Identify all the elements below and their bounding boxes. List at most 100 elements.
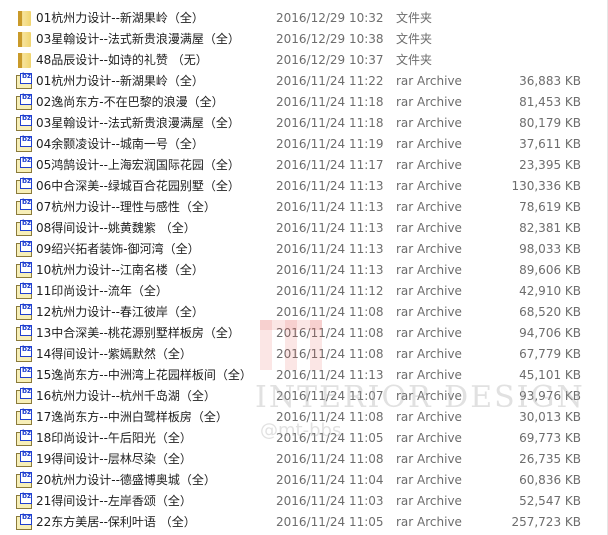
file-row[interactable]: 20杭州力设计--德盛博奥城（全） 2016/11/24 11:04 rar Arc…: [0, 470, 600, 491]
file-date-modified: 2016/11/24 11:13: [276, 242, 384, 256]
file-date-modified: 2016/12/29 10:37: [276, 53, 384, 67]
file-row[interactable]: 22东方美居--保利叶语 （全） 2016/11/24 11:05 rar Arch…: [0, 512, 600, 533]
file-type: rar Archive: [396, 200, 462, 214]
file-size: 80,179 KB: [519, 116, 581, 130]
file-name: 14得间设计--紫嫣默然（全）: [36, 347, 192, 361]
file-row[interactable]: 48品辰设计--如诗的礼赞 （无） 2016/12/29 10:37 文件夹: [0, 50, 600, 71]
file-row[interactable]: 03星翰设计--法式新贵浪漫满屋（全） 2016/11/24 11:18 rar A…: [0, 113, 600, 134]
file-date-modified: 2016/11/24 11:05: [276, 431, 384, 445]
file-row[interactable]: 01杭州力设计--新湖果岭（全） 2016/11/24 11:22 rar Arch…: [0, 71, 600, 92]
file-type: rar Archive: [396, 431, 462, 445]
file-size: 93,976 KB: [519, 389, 581, 403]
file-name: 12杭州力设计--春江彼岸（全）: [36, 305, 204, 319]
rar-archive-icon: [16, 93, 32, 110]
file-row[interactable]: 13中合深美--桃花源别墅样板房（全） 2016/11/24 11:08 rar A…: [0, 323, 600, 344]
file-name: 17逸尚东方--中洲白鹭样板房（全）: [36, 410, 228, 424]
file-size: 68,520 KB: [519, 305, 581, 319]
file-row[interactable]: 02逸尚东方-不在巴黎的浪漫（全） 2016/11/24 11:18 rar Arc…: [0, 92, 600, 113]
file-type: rar Archive: [396, 221, 462, 235]
file-row[interactable]: 19得间设计--层林尽染（全） 2016/11/24 11:08 rar Archi…: [0, 449, 600, 470]
folder-icon: [18, 32, 31, 47]
rar-archive-icon: [16, 303, 32, 320]
file-row[interactable]: 14得间设计--紫嫣默然（全） 2016/11/24 11:08 rar Archi…: [0, 344, 600, 365]
file-date-modified: 2016/11/24 11:13: [276, 179, 384, 193]
file-date-modified: 2016/11/24 11:08: [276, 326, 384, 340]
file-list: 01杭州力设计--新湖果岭（全） 2016/12/29 10:32 文件夹 03星翰设…: [0, 8, 600, 533]
file-name: 01杭州力设计--新湖果岭（全）: [36, 11, 204, 25]
file-row[interactable]: 09绍兴拓者装饰-御河湾（全） 2016/11/24 11:13 rar Archi…: [0, 239, 600, 260]
file-type: rar Archive: [396, 368, 462, 382]
rar-archive-icon: [16, 450, 32, 467]
file-row[interactable]: 12杭州力设计--春江彼岸（全） 2016/11/24 11:08 rar Arch…: [0, 302, 600, 323]
rar-archive-icon: [16, 219, 32, 236]
file-type: rar Archive: [396, 179, 462, 193]
file-size: 26,735 KB: [519, 452, 581, 466]
file-size: 23,395 KB: [519, 158, 581, 172]
rar-archive-icon: [16, 240, 32, 257]
file-date-modified: 2016/11/24 11:18: [276, 116, 384, 130]
rar-archive-icon: [16, 387, 32, 404]
file-size: 89,606 KB: [519, 263, 581, 277]
file-name: 20杭州力设计--德盛博奥城（全）: [36, 473, 216, 487]
folder-icon: [18, 11, 31, 26]
file-row[interactable]: 08得间设计--姚黄魏紫 （全） 2016/11/24 11:13 rar Arch…: [0, 218, 600, 239]
file-date-modified: 2016/11/24 11:13: [276, 200, 384, 214]
file-type: rar Archive: [396, 158, 462, 172]
file-type: 文件夹: [396, 32, 433, 46]
file-row[interactable]: 15逸尚东方--中洲湾上花园样板间（全） 2016/11/24 11:13 rar …: [0, 365, 600, 386]
file-name: 19得间设计--层林尽染（全）: [36, 452, 192, 466]
file-size: 36,883 KB: [519, 74, 581, 88]
file-type: rar Archive: [396, 410, 462, 424]
file-size: 98,033 KB: [519, 242, 581, 256]
file-size: 60,836 KB: [519, 473, 581, 487]
file-row[interactable]: 01杭州力设计--新湖果岭（全） 2016/12/29 10:32 文件夹: [0, 8, 600, 29]
file-name: 16杭州力设计--杭州千岛湖（全）: [36, 389, 216, 403]
rar-archive-icon: [16, 429, 32, 446]
file-row[interactable]: 03星翰设计--法式新贵浪漫满屋（全） 2016/12/29 10:38 文件夹: [0, 29, 600, 50]
rar-archive-icon: [16, 471, 32, 488]
rar-archive-icon: [16, 366, 32, 383]
rar-archive-icon: [16, 135, 32, 152]
file-name: 09绍兴拓者装饰-御河湾（全）: [36, 242, 200, 256]
file-date-modified: 2016/11/24 11:08: [276, 347, 384, 361]
file-type: rar Archive: [396, 494, 462, 508]
file-size: 82,381 KB: [519, 221, 581, 235]
rar-archive-icon: [16, 114, 32, 131]
file-type: rar Archive: [396, 95, 462, 109]
file-row[interactable]: 18印尚设计--午后阳光（全） 2016/11/24 11:05 rar Archi…: [0, 428, 600, 449]
file-type: rar Archive: [396, 473, 462, 487]
file-size: 52,547 KB: [519, 494, 581, 508]
file-row[interactable]: 07杭州力设计--理性与感性（全） 2016/11/24 11:13 rar Arc…: [0, 197, 600, 218]
file-row[interactable]: 17逸尚东方--中洲白鹭样板房（全） 2016/11/24 11:08 rar Ar…: [0, 407, 600, 428]
file-type: rar Archive: [396, 347, 462, 361]
file-date-modified: 2016/11/24 11:08: [276, 452, 384, 466]
file-row[interactable]: 21得间设计--左岸香颂（全） 2016/11/24 11:03 rar Archi…: [0, 491, 600, 512]
rar-archive-icon: [16, 72, 32, 89]
file-date-modified: 2016/11/24 11:13: [276, 221, 384, 235]
file-row[interactable]: 05鸿鹄设计--上海宏润国际花园（全） 2016/11/24 11:17 rar A…: [0, 155, 600, 176]
rar-archive-icon: [16, 198, 32, 215]
file-date-modified: 2016/11/24 11:19: [276, 137, 384, 151]
file-date-modified: 2016/11/24 11:17: [276, 158, 384, 172]
rar-archive-icon: [16, 408, 32, 425]
file-type: rar Archive: [396, 452, 462, 466]
rar-archive-icon: [16, 156, 32, 173]
file-name: 11印尚设计--流年（全）: [36, 284, 168, 298]
file-date-modified: 2016/11/24 11:04: [276, 473, 384, 487]
file-name: 48品辰设计--如诗的礼赞 （无）: [36, 53, 208, 67]
file-type: rar Archive: [396, 305, 462, 319]
file-size: 37,611 KB: [519, 137, 581, 151]
file-row[interactable]: 06中合深美--绿城百合花园别墅（全） 2016/11/24 11:13 rar A…: [0, 176, 600, 197]
file-size: 42,910 KB: [519, 284, 581, 298]
file-row[interactable]: 10杭州力设计--江南名楼（全） 2016/11/24 11:13 rar Arch…: [0, 260, 600, 281]
file-type: rar Archive: [396, 515, 462, 529]
file-date-modified: 2016/12/29 10:38: [276, 32, 384, 46]
file-row[interactable]: 11印尚设计--流年（全） 2016/11/24 11:12 rar Archive…: [0, 281, 600, 302]
file-row[interactable]: 16杭州力设计--杭州千岛湖（全） 2016/11/24 11:07 rar Arc…: [0, 386, 600, 407]
file-type: rar Archive: [396, 284, 462, 298]
file-type: rar Archive: [396, 116, 462, 130]
rar-archive-icon: [16, 492, 32, 509]
file-name: 22东方美居--保利叶语 （全）: [36, 515, 196, 529]
file-name: 15逸尚东方--中洲湾上花园样板间（全）: [36, 368, 252, 382]
file-row[interactable]: 04余颢凌设计--城南一号（全） 2016/11/24 11:19 rar Arch…: [0, 134, 600, 155]
